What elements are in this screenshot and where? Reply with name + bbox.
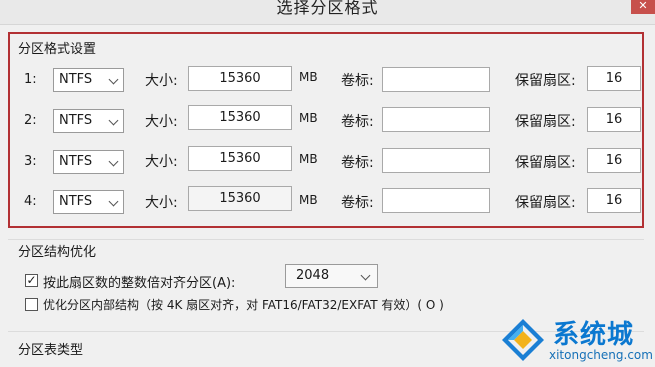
xitongcheng-logo-icon xyxy=(502,319,544,361)
volume-label: 卷标: xyxy=(341,73,374,89)
section-divider xyxy=(8,331,644,332)
chevron-down-icon xyxy=(108,74,119,85)
size-label: 大小: xyxy=(145,154,178,170)
row-number: 4: xyxy=(24,194,37,209)
filesystem-value: NTFS xyxy=(59,113,93,128)
unit-label: MB xyxy=(299,152,318,166)
volume-input-3[interactable] xyxy=(382,148,490,173)
align-sectors-value: 2048 xyxy=(296,268,330,283)
size-label: 大小: xyxy=(145,73,178,89)
watermark-url: xitongcheng.com xyxy=(549,348,653,362)
row-number: 1: xyxy=(24,72,37,87)
volume-input-1[interactable] xyxy=(382,67,490,92)
volume-label: 卷标: xyxy=(341,114,374,130)
reserved-input-4[interactable]: 16 xyxy=(587,188,641,213)
align-checkbox[interactable]: ✓ xyxy=(25,274,38,287)
reserved-label: 保留扇区: xyxy=(515,73,576,89)
align-label: 按此扇区数的整数倍对齐分区(A): xyxy=(43,276,236,291)
size-label: 大小: xyxy=(145,195,178,211)
close-button[interactable]: ✕ xyxy=(631,0,655,14)
size-input-1[interactable]: 15360 xyxy=(188,66,292,91)
volume-input-2[interactable] xyxy=(382,107,490,132)
optimize-label: 优化分区内部结构（按 4K 扇区对齐，对 FAT16/FAT32/EXFAT 有… xyxy=(43,298,444,312)
filesystem-select-2[interactable]: NTFS xyxy=(53,109,124,133)
volume-label: 卷标: xyxy=(341,155,374,171)
chevron-down-icon xyxy=(108,196,119,207)
volume-label: 卷标: xyxy=(341,195,374,211)
section-divider xyxy=(8,239,644,240)
filesystem-value: NTFS xyxy=(59,154,93,169)
optimize-checkbox[interactable] xyxy=(25,298,38,311)
reserved-label: 保留扇区: xyxy=(515,114,576,130)
volume-input-4[interactable] xyxy=(382,188,490,213)
partition-format-title: 分区格式设置 xyxy=(18,42,97,57)
window-title: 选择分区格式 xyxy=(276,0,379,17)
reserved-input-2[interactable]: 16 xyxy=(587,107,641,132)
structure-opt-title: 分区结构优化 xyxy=(18,245,97,260)
filesystem-value: NTFS xyxy=(59,194,93,209)
title-bar: 选择分区格式 ✕ xyxy=(0,0,655,25)
filesystem-value: NTFS xyxy=(59,72,93,87)
chevron-down-icon xyxy=(108,115,119,126)
table-type-title: 分区表类型 xyxy=(18,343,84,358)
row-number: 3: xyxy=(24,154,37,169)
size-input-4[interactable]: 15360 xyxy=(188,186,292,211)
chevron-down-icon xyxy=(360,270,371,281)
unit-label: MB xyxy=(299,70,318,84)
reserved-label: 保留扇区: xyxy=(515,155,576,171)
row-number: 2: xyxy=(24,113,37,128)
reserved-input-3[interactable]: 16 xyxy=(587,148,641,173)
filesystem-select-4[interactable]: NTFS xyxy=(53,190,124,214)
checkmark-icon: ✓ xyxy=(26,273,37,287)
filesystem-select-1[interactable]: NTFS xyxy=(53,68,124,92)
reserved-label: 保留扇区: xyxy=(515,195,576,211)
size-label: 大小: xyxy=(145,114,178,130)
unit-label: MB xyxy=(299,111,318,125)
unit-label: MB xyxy=(299,193,318,207)
size-input-2[interactable]: 15360 xyxy=(188,105,292,130)
close-icon: ✕ xyxy=(638,0,648,12)
watermark-brand: 系统城 xyxy=(553,320,635,350)
reserved-input-1[interactable]: 16 xyxy=(587,66,641,91)
chevron-down-icon xyxy=(108,156,119,167)
filesystem-select-3[interactable]: NTFS xyxy=(53,150,124,174)
size-input-3[interactable]: 15360 xyxy=(188,146,292,171)
align-sectors-select[interactable]: 2048 xyxy=(285,264,378,288)
